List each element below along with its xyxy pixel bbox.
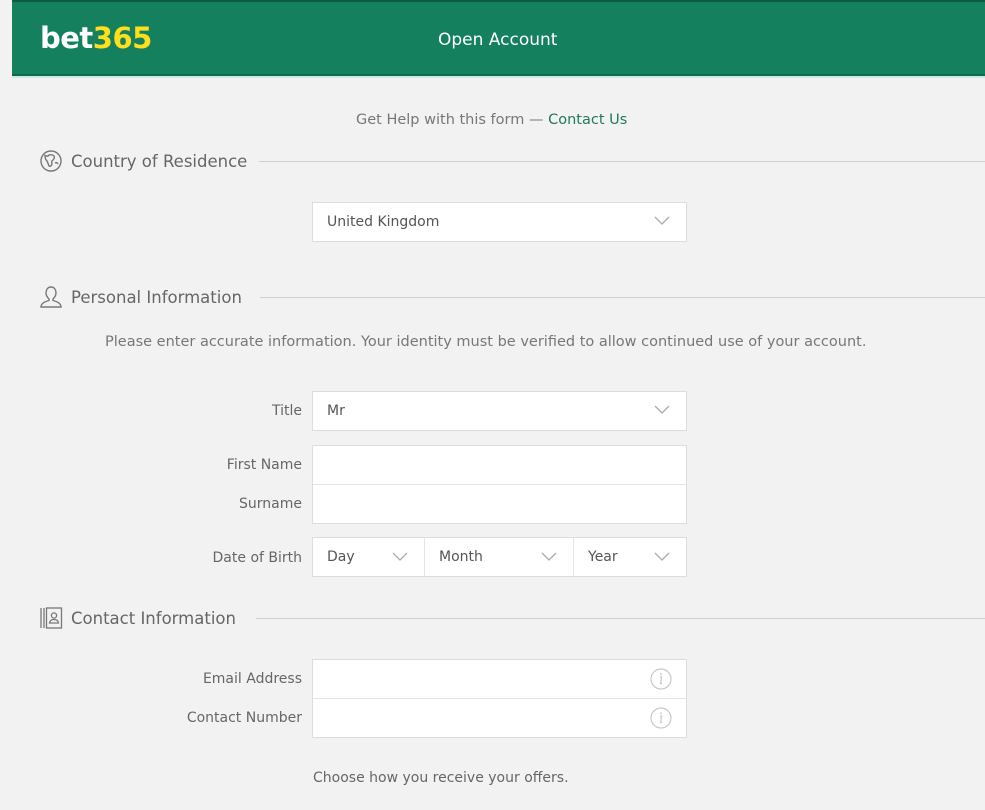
- date-of-birth-selects: Day Month Year: [312, 537, 687, 577]
- left-gutter: [0, 0, 12, 76]
- title-select[interactable]: Mr: [312, 391, 687, 431]
- identity-note: Please enter accurate information. Your …: [105, 334, 867, 350]
- country-select-value: United Kingdom: [327, 214, 440, 230]
- first-name-input[interactable]: [313, 446, 686, 484]
- dob-year-select[interactable]: Year: [574, 538, 686, 576]
- email-row: [313, 660, 686, 699]
- contact-fields: [312, 659, 687, 738]
- surname-label: Surname: [239, 496, 302, 512]
- chevron-down-icon: [654, 216, 670, 225]
- section-divider: [260, 297, 985, 298]
- dob-month-select[interactable]: Month: [425, 538, 574, 576]
- surname-row: [313, 485, 686, 524]
- contact-number-row: [313, 699, 686, 738]
- contact-us-link[interactable]: Contact Us: [548, 112, 627, 128]
- dob-month-value: Month: [439, 549, 483, 565]
- address-book-icon: [38, 605, 64, 631]
- section-divider: [259, 161, 985, 162]
- title-label: Title: [271, 403, 302, 419]
- help-line: Get Help with this form — Contact Us: [356, 110, 627, 130]
- email-input[interactable]: [313, 660, 686, 698]
- email-label: Email Address: [202, 671, 302, 687]
- title-select-value: Mr: [327, 403, 345, 419]
- section-header-contact: Contact Information: [38, 605, 236, 631]
- info-icon[interactable]: [650, 668, 672, 690]
- logo-text-main: bet: [40, 21, 93, 55]
- section-divider: [256, 618, 985, 619]
- contact-number-label: Contact Number: [186, 710, 302, 726]
- section-title-country: Country of Residence: [71, 151, 248, 171]
- section-header-personal: Personal Information: [38, 284, 242, 310]
- person-icon: [38, 284, 64, 310]
- contact-number-input[interactable]: [313, 699, 686, 738]
- help-text: Get Help with this form —: [356, 112, 549, 128]
- chevron-down-icon: [541, 552, 557, 561]
- bet365-logo[interactable]: bet365: [40, 21, 152, 55]
- country-select[interactable]: United Kingdom: [312, 202, 687, 242]
- offers-note: Choose how you receive your offers.: [313, 770, 569, 786]
- chevron-down-icon: [654, 405, 670, 414]
- section-title-contact: Contact Information: [71, 608, 236, 628]
- page-title: Open Account: [438, 30, 558, 50]
- section-header-country: Country of Residence: [38, 148, 247, 174]
- section-title-personal: Personal Information: [71, 287, 242, 307]
- logo-text-accent: 365: [92, 21, 153, 55]
- globe-icon: [38, 148, 64, 174]
- info-icon[interactable]: [650, 707, 672, 729]
- chevron-down-icon: [654, 552, 670, 561]
- dob-day-value: Day: [327, 549, 355, 565]
- surname-input[interactable]: [313, 485, 686, 524]
- first-name-row: [313, 446, 686, 485]
- dob-day-select[interactable]: Day: [313, 538, 425, 576]
- dob-label: Date of Birth: [212, 550, 302, 566]
- header-bar: bet365 Open Account: [12, 0, 985, 78]
- dob-year-value: Year: [588, 549, 618, 565]
- open-account-page: bet365 Open Account Get Help with this f…: [0, 0, 985, 810]
- name-fields: [312, 445, 687, 524]
- chevron-down-icon: [392, 552, 408, 561]
- first-name-label: First Name: [226, 457, 302, 473]
